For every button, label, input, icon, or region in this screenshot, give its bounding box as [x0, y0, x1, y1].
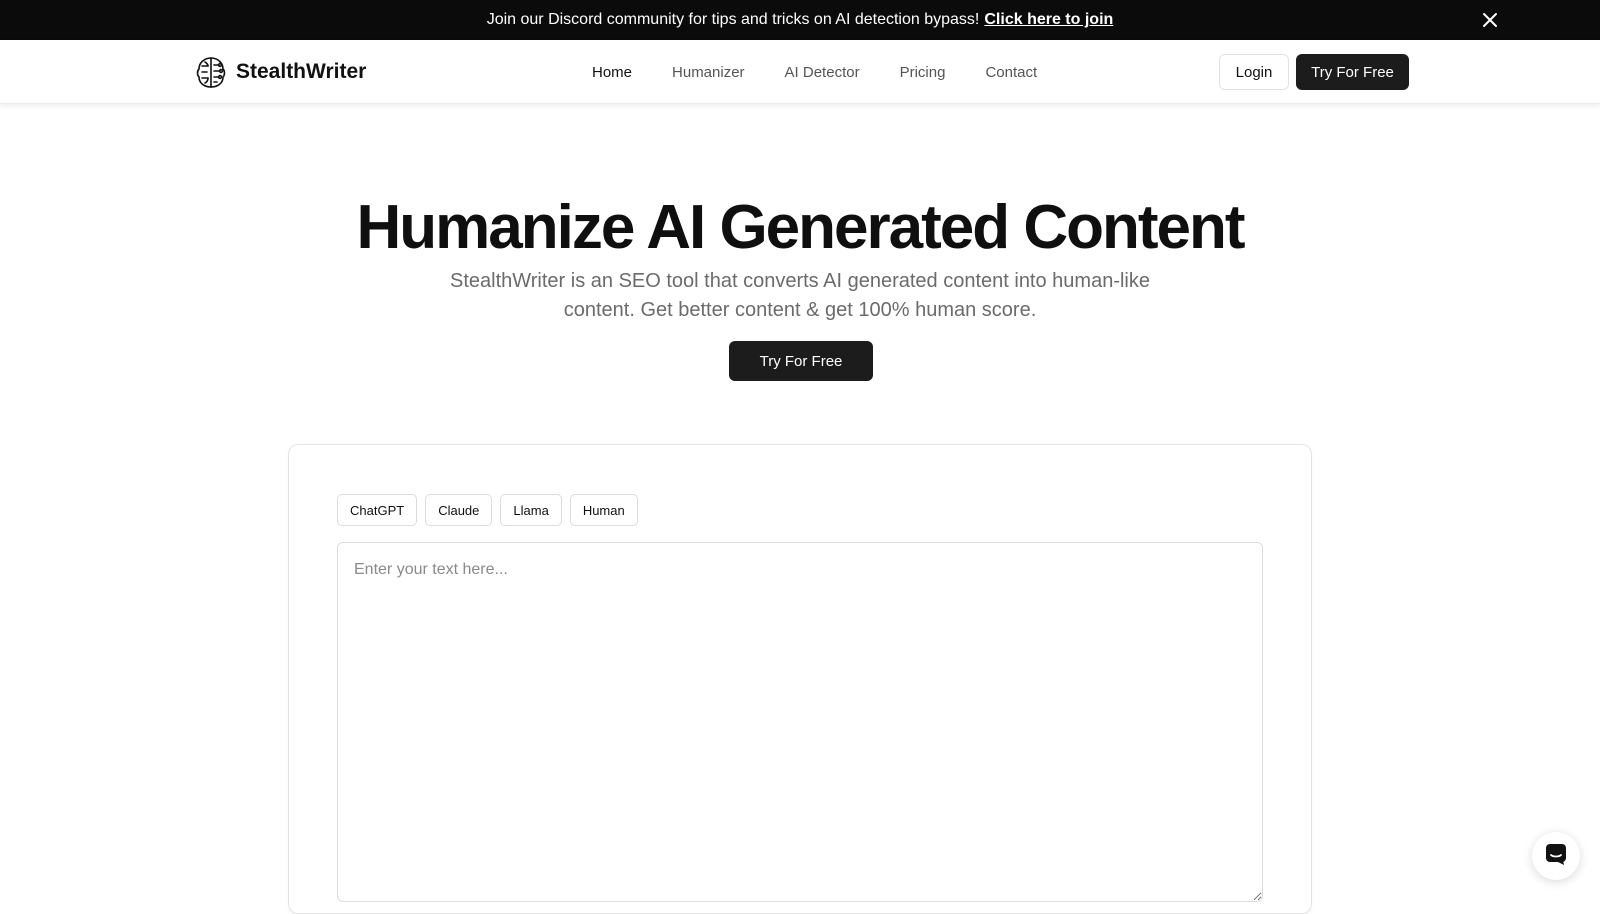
try-for-free-hero-button[interactable]: Try For Free [729, 341, 873, 381]
discord-join-link[interactable]: Click here to join [984, 11, 1113, 29]
model-tab-claude[interactable]: Claude [425, 494, 493, 526]
login-button[interactable]: Login [1219, 54, 1289, 90]
model-tab-human[interactable]: Human [569, 494, 638, 526]
nav-links: Home Humanizer AI Detector Pricing Conta… [592, 40, 1077, 104]
brain-icon [192, 53, 230, 91]
nav-link-home[interactable]: Home [592, 64, 632, 81]
try-for-free-nav-button[interactable]: Try For Free [1296, 54, 1409, 90]
chat-widget-button[interactable] [1532, 832, 1580, 880]
model-tab-llama[interactable]: Llama [500, 494, 562, 526]
nav-link-ai-detector[interactable]: AI Detector [785, 64, 860, 81]
chat-icon [1544, 842, 1568, 871]
announcement-banner: Join our Discord community for tips and … [0, 0, 1600, 40]
nav-link-humanizer[interactable]: Humanizer [672, 64, 745, 81]
nav-link-contact[interactable]: Contact [985, 64, 1037, 81]
hero-subtitle: StealthWriter is an SEO tool that conver… [449, 270, 1150, 321]
page-title: Humanize AI Generated Content [356, 193, 1245, 262]
model-tab-chatgpt[interactable]: ChatGPT [337, 494, 418, 526]
brand-logo[interactable]: StealthWriter [192, 52, 366, 92]
model-tabs: ChatGPT Claude Llama Human [337, 494, 646, 526]
humanizer-card: ChatGPT Claude Llama Human [288, 444, 1312, 914]
top-navbar: StealthWriter Home Humanizer AI Detector… [0, 40, 1600, 104]
nav-link-pricing[interactable]: Pricing [900, 64, 946, 81]
close-icon[interactable] [1480, 10, 1500, 30]
banner-text: Join our Discord community for tips and … [486, 11, 980, 28]
text-input[interactable] [337, 542, 1263, 902]
brand-name: StealthWriter [236, 60, 367, 83]
